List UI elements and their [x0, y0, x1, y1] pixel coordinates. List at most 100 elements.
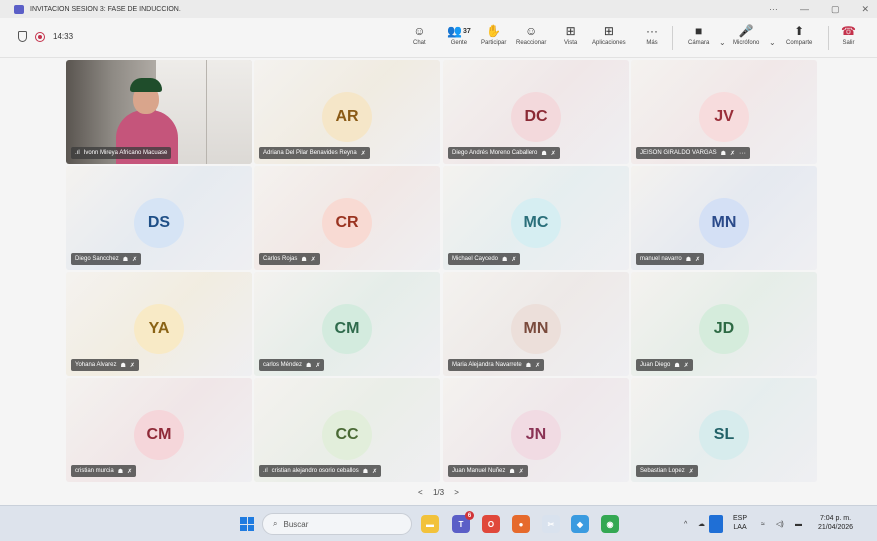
participant-tile[interactable]: CM cristian murcia ☗ ✗ [66, 378, 252, 482]
people-status-icon: ☗ [685, 256, 692, 263]
meeting-tray-icon[interactable] [709, 515, 723, 533]
people-status-icon: ☗ [674, 362, 680, 369]
mic-muted-icon: ✗ [132, 256, 138, 263]
participant-name-label: Yohana Alvarez ☗ ✗ [71, 359, 139, 371]
people-status-icon: ☗ [362, 468, 369, 475]
firefox-icon[interactable]: ● [512, 515, 530, 533]
copilot-icon[interactable]: ◆ [571, 515, 589, 533]
chrome-icon[interactable]: ◉ [601, 515, 619, 533]
participant-tile[interactable]: CM carlos Méndez ☗ ✗ [254, 272, 440, 376]
participant-name: Adriana Del Pilar Benavides Reyna [263, 150, 357, 156]
participant-name-label: JEISON GIRALDO VARGAS ☗ ✗ ··· [636, 147, 750, 159]
chat-button[interactable]: ☺ Chat [413, 22, 426, 46]
avatar: CM [322, 304, 372, 354]
mic-muted-icon: ✗ [511, 256, 517, 263]
phone-hangup-icon: ☎ [841, 24, 856, 38]
teams-icon[interactable]: T6 [452, 511, 474, 533]
participant-tile[interactable]: AR Adriana Del Pilar Benavides Reyna ✗ [254, 60, 440, 164]
participant-tile[interactable]: MN manuel navarro ☗ ✗ [631, 166, 817, 270]
raise-hand-icon: ✋ [486, 24, 502, 38]
meeting-timer: 14:33 [53, 32, 74, 41]
mic-muted-icon: ✗ [518, 468, 524, 475]
camera-options-chevron-icon[interactable]: ⌄ [719, 38, 726, 47]
more-icon: ··· [646, 24, 658, 38]
tray-chevron-icon[interactable]: ^ [684, 506, 687, 541]
leave-button[interactable]: ☎ Salir [841, 22, 856, 46]
participant-name-label: manuel navarro ☗ ✗ [636, 253, 705, 265]
mic-muted-icon: ✗ [729, 150, 735, 157]
participant-tile[interactable]: .ıl Ivonn Mireya Africano Macuase [66, 60, 252, 164]
share-button[interactable]: ⬆ Comparte [786, 22, 812, 46]
date: 21/04/2026 [818, 524, 854, 531]
avatar: SL [699, 410, 749, 460]
participant-tile[interactable]: MN Maria Alejandra Navarrete ☗ ✗ [443, 272, 629, 376]
language-indicator[interactable]: ESP LAA [733, 514, 747, 532]
participant-tile[interactable]: DC Diego Andrés Moreno Caballero ☗ ✗ [443, 60, 629, 164]
clock[interactable]: 7:04 p. m. 21/04/2026 [818, 514, 853, 532]
mic-muted-icon: ✗ [129, 362, 135, 369]
windows-start-icon[interactable] [240, 517, 254, 531]
avatar: DS [134, 198, 184, 248]
close-window-button[interactable]: ✕ [861, 4, 869, 15]
wifi-icon[interactable]: ≈ [761, 506, 765, 541]
react-button[interactable]: ☺ Reaccionar [516, 22, 546, 46]
battery-icon[interactable]: ▬ [795, 506, 802, 541]
apps-button[interactable]: ⊞ Aplicaciones [592, 22, 626, 46]
microphone-icon: 🎤 [738, 24, 754, 38]
participant-name-label: Juan Diego ☗ ✗ [636, 359, 693, 371]
people-status-icon: ☗ [502, 256, 508, 263]
maximize-button[interactable]: ▢ [831, 4, 840, 15]
participant-name: carlos Méndez [263, 362, 303, 368]
window-more-button[interactable]: ··· [769, 4, 778, 14]
minimize-button[interactable]: — [800, 4, 809, 14]
opera-icon[interactable]: O [482, 515, 500, 533]
file-explorer-icon[interactable]: ▬ [421, 515, 439, 533]
notification-badge: 6 [465, 511, 474, 520]
participant-name: Sebastian Lopez [640, 468, 685, 474]
raise-hand-button[interactable]: ✋ Participar [481, 22, 506, 46]
participant-tile[interactable]: CC .ıl cristian alejandro osorio ceballos ☗… [254, 378, 440, 482]
participant-tile[interactable]: YA Yohana Alvarez ☗ ✗ [66, 272, 252, 376]
avatar: CR [322, 198, 372, 248]
snipping-tool-icon[interactable]: ✂ [542, 515, 560, 533]
onedrive-icon[interactable]: ☁ [698, 506, 705, 541]
people-status-icon: ☗ [306, 362, 312, 369]
people-icon: 👥 [447, 24, 462, 38]
participant-tile[interactable]: JD Juan Diego ☗ ✗ [631, 272, 817, 376]
tile-more-button[interactable]: ··· [739, 150, 746, 157]
page-indicator: 1/3 [432, 488, 445, 497]
avatar: MC [511, 198, 561, 248]
participant-name-label: cristian murcia ☗ ✗ [71, 465, 137, 477]
more-button[interactable]: ··· Más [646, 22, 658, 46]
prev-page-button[interactable]: < [418, 488, 423, 497]
people-status-icon: ☗ [720, 150, 726, 157]
participant-tile[interactable]: DS Diego Sancchez ☗ ✗ [66, 166, 252, 270]
smiley-icon: ☺ [525, 24, 538, 38]
participant-tile[interactable]: MC Michael Caycedo ☗ ✗ [443, 166, 629, 270]
participant-name-label: carlos Méndez ☗ ✗ [259, 359, 325, 371]
people-button[interactable]: 👥 37 Gente [447, 22, 471, 46]
volume-icon[interactable]: ◁) [776, 506, 784, 541]
taskbar-search[interactable]: ⌕ Buscar [262, 513, 412, 535]
mic-options-chevron-icon[interactable]: ⌄ [769, 38, 776, 47]
camera-button[interactable]: ■ Cámara [688, 22, 709, 46]
people-status-icon: ☗ [122, 256, 129, 263]
grid-icon: ⊞ [565, 24, 576, 38]
mic-muted-icon: ✗ [550, 150, 556, 157]
mic-muted-icon: ✗ [688, 468, 694, 475]
meeting-toolbar: 14:33 ☺ Chat 👥 37 Gente ✋ Participar ☺ Re… [0, 18, 877, 58]
avatar: AR [322, 92, 372, 142]
participant-tile[interactable]: JV JEISON GIRALDO VARGAS ☗ ✗ ··· [631, 60, 817, 164]
participant-tile[interactable]: SL Sebastian Lopez ✗ [631, 378, 817, 482]
view-button[interactable]: ⊞ Vista [564, 22, 577, 46]
mic-muted-icon: ✗ [695, 256, 701, 263]
participant-tile[interactable]: CR Carlos Rojas ☗ ✗ [254, 166, 440, 270]
microphone-button[interactable]: 🎤 Micrófono [733, 22, 759, 46]
avatar: DC [511, 92, 561, 142]
mic-muted-icon: ✗ [127, 468, 133, 475]
avatar: JD [699, 304, 749, 354]
participant-tile[interactable]: JN Juan Manuel Nuñez ☗ ✗ [443, 378, 629, 482]
toolbar-divider [672, 26, 673, 50]
next-page-button[interactable]: > [454, 488, 459, 497]
participant-name: Carlos Rojas [263, 256, 298, 262]
